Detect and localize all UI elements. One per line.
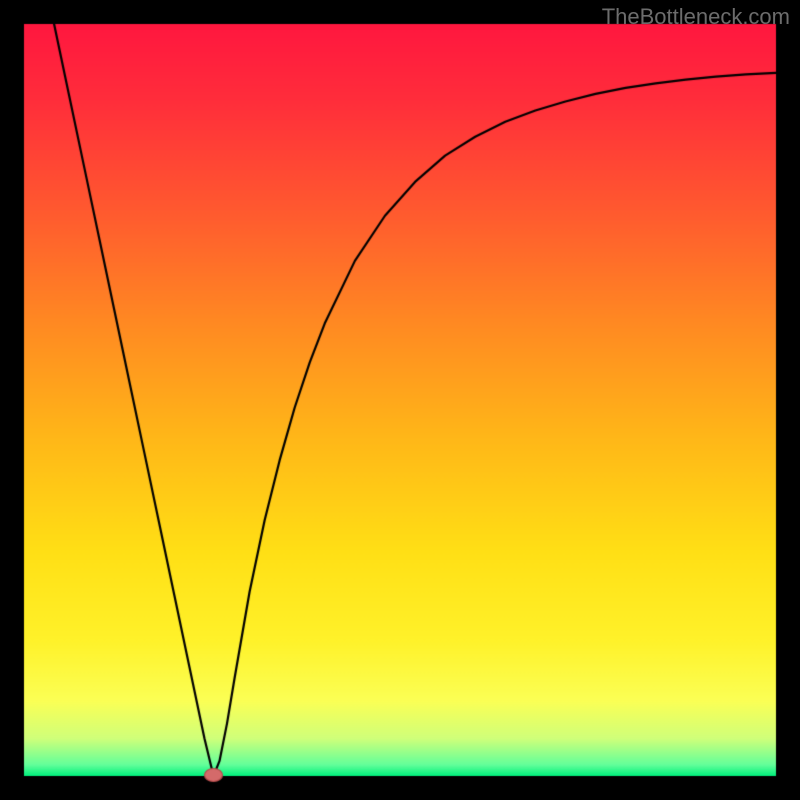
chart-container: TheBottleneck.com (0, 0, 800, 800)
watermark-label: TheBottleneck.com (602, 4, 790, 30)
bottleneck-curve-chart (0, 0, 800, 800)
